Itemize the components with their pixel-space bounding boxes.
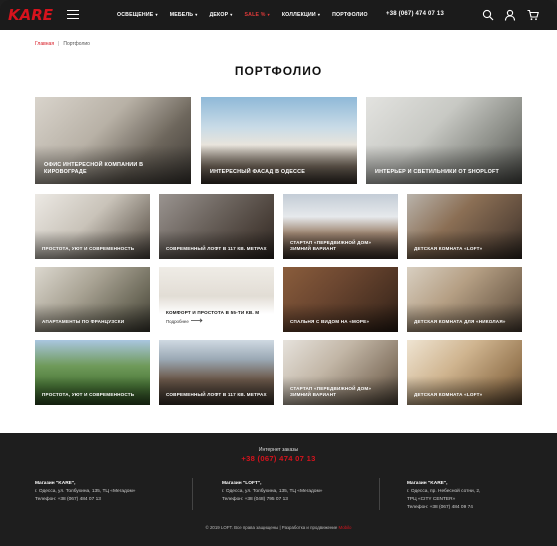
portfolio-card[interactable]: Современный лофт в 117 кв. метрах: [159, 340, 274, 405]
card-caption: Стартап «Передвижной дом» зимний вариант: [290, 386, 372, 397]
store-phone[interactable]: Телефон: +38 (048) 795 07 13: [222, 496, 322, 504]
store-address-line2: ТРЦ «CITY CENTER»: [407, 497, 456, 502]
menu-icon[interactable]: [67, 10, 79, 19]
portfolio-card[interactable]: Детская комната для «Николая»: [407, 267, 522, 332]
portfolio-card[interactable]: Спальня с видом на «море»: [283, 267, 398, 332]
portfolio-card[interactable]: Интерьер и светильники от SHOPLOFT: [366, 97, 522, 184]
developer-link[interactable]: Mobilo: [339, 525, 352, 530]
card-caption: Комфорт и простота в 55-ти кв. м: [166, 310, 260, 315]
card-shade: [366, 144, 522, 184]
portfolio-card[interactable]: Офис интересной компании в Кировограде: [35, 97, 191, 184]
footer-orders-phone[interactable]: +38 (067) 474 07 13: [0, 454, 557, 463]
main-content: Главная | Портфолио ПОРТФОЛИО Офис интерес…: [0, 30, 557, 433]
store-address: г. Одесса, пр. Небесной сотни, 2,: [407, 489, 481, 494]
card-caption: Детская комната «LOFT»: [414, 392, 483, 397]
arrow-right-icon: [191, 318, 203, 323]
portfolio-card[interactable]: Современный лофт в 117 кв. метрах: [159, 194, 274, 259]
card-caption: Современный лофт в 117 кв. метрах: [166, 246, 267, 251]
main-nav: ОСВЕЩЕНИЕ ▾ МЕБЕЛЬ ▾ ДЕКОР ▾ SALE % ▾ КОЛЛЕК…: [117, 12, 380, 18]
card-caption: Детская комната для «Николая»: [414, 319, 506, 324]
store-address: г. Одесса, ул. Толбухина, 135, ТЦ «Мегад…: [35, 489, 136, 494]
cart-icon[interactable]: [527, 9, 539, 21]
card-shade: [35, 302, 150, 332]
nav-item-furniture[interactable]: МЕБЕЛЬ ▾: [170, 12, 198, 18]
store-name: Магазин "LOFT",: [222, 481, 262, 486]
page-title: ПОРТФОЛИО: [234, 64, 323, 78]
search-icon[interactable]: [482, 9, 494, 21]
portfolio-card[interactable]: Детская комната «LOFT»: [407, 194, 522, 259]
footer-store: Магазин "KARE", г. Одесса, ул. Толбухина…: [35, 480, 135, 504]
store-phone[interactable]: Телефон: +38 (067) 484 09 74: [407, 504, 480, 512]
breadcrumb: Главная | Портфолио: [35, 41, 90, 47]
card-caption: Офис интересной компании в Кировограде: [44, 162, 144, 175]
portfolio-card[interactable]: Стартап «Передвижной дом» зимний вариант: [283, 340, 398, 405]
footer-orders-label: Интернет заказы: [258, 447, 299, 453]
card-shade: [283, 302, 398, 332]
breadcrumb-separator: |: [58, 41, 60, 47]
card-caption: Стартап «Передвижной дом» зимний вариант: [290, 240, 372, 251]
card-shade: [201, 144, 357, 184]
card-caption: Интерьер и светильники от SHOPLOFT: [375, 169, 499, 175]
card-shade: [407, 229, 522, 259]
site-header: KARE ОСВЕЩЕНИЕ ▾ МЕБЕЛЬ ▾ ДЕКОР ▾ SALE % ▾ К…: [0, 0, 557, 30]
user-icon[interactable]: [504, 9, 516, 21]
store-address: г. Одесса, ул. Толбухина, 135, ТЦ «Мегад…: [222, 489, 323, 494]
store-name: Магазин "KARE",: [35, 481, 76, 486]
copyright-text: © 2019 LOFT. Все права защищены | Разраб…: [205, 525, 338, 530]
portfolio-card[interactable]: Простота, уют и современность: [35, 194, 150, 259]
portfolio-card[interactable]: Апартаменты по французски: [35, 267, 150, 332]
footer-store: Магазин "LOFT", г. Одесса, ул. Толбухина…: [222, 480, 322, 504]
card-shade: [35, 229, 150, 259]
nav-item-collections[interactable]: КОЛЛЕКЦИИ ▾: [282, 12, 320, 18]
portfolio-card[interactable]: Стартап «Передвижной дом» зимний вариант: [283, 194, 398, 259]
card-caption: Интересный фасад в Одессе: [210, 169, 306, 175]
logo[interactable]: KARE: [8, 8, 53, 23]
card-caption: Детская комната «LOFT»: [414, 246, 483, 251]
portfolio-card[interactable]: Интересный фасад в Одессе: [201, 97, 357, 184]
store-name: Магазин "KARE",: [407, 481, 448, 486]
card-caption: Спальня с видом на «море»: [290, 319, 370, 324]
footer-divider: [379, 478, 380, 510]
breadcrumb-home[interactable]: Главная: [35, 41, 54, 47]
card-shade: [407, 302, 522, 332]
card-caption: Простота, уют и современность: [42, 392, 135, 397]
site-footer: Интернет заказы +38 (067) 474 07 13 Мага…: [0, 433, 557, 546]
card-shade: [35, 375, 150, 405]
portfolio-card[interactable]: Детская комната «LOFT»: [407, 340, 522, 405]
nav-item-decor[interactable]: ДЕКОР ▾: [209, 12, 232, 18]
nav-item-sale[interactable]: SALE % ▾: [245, 12, 270, 18]
card-shade: [407, 375, 522, 405]
copyright: © 2019 LOFT. Все права защищены | Разраб…: [0, 525, 557, 530]
card-caption: Современный лофт в 117 кв. метрах: [166, 392, 267, 397]
footer-store: Магазин "KARE", г. Одесса, пр. Небесной …: [407, 480, 480, 512]
breadcrumb-current: Портфолио: [63, 41, 90, 47]
portfolio-card[interactable]: Простота, уют и современность: [35, 340, 150, 405]
nav-item-portfolio[interactable]: ПОРТФОЛИО: [332, 12, 368, 18]
card-shade: [159, 375, 274, 405]
header-phone[interactable]: +38 (067) 474 07 13: [386, 11, 444, 17]
footer-divider: [192, 478, 193, 510]
nav-item-lighting[interactable]: ОСВЕЩЕНИЕ ▾: [117, 12, 158, 18]
store-phone[interactable]: Телефон: +38 (067) 484 07 13: [35, 496, 135, 504]
portfolio-card[interactable]: Комфорт и простота в 55-ти кв. м Подробн…: [159, 267, 274, 332]
card-caption: Простота, уют и современность: [42, 246, 135, 251]
card-caption: Апартаменты по французски: [42, 319, 125, 324]
card-shade: [159, 229, 274, 259]
card-more-link[interactable]: Подробнее: [166, 319, 189, 324]
